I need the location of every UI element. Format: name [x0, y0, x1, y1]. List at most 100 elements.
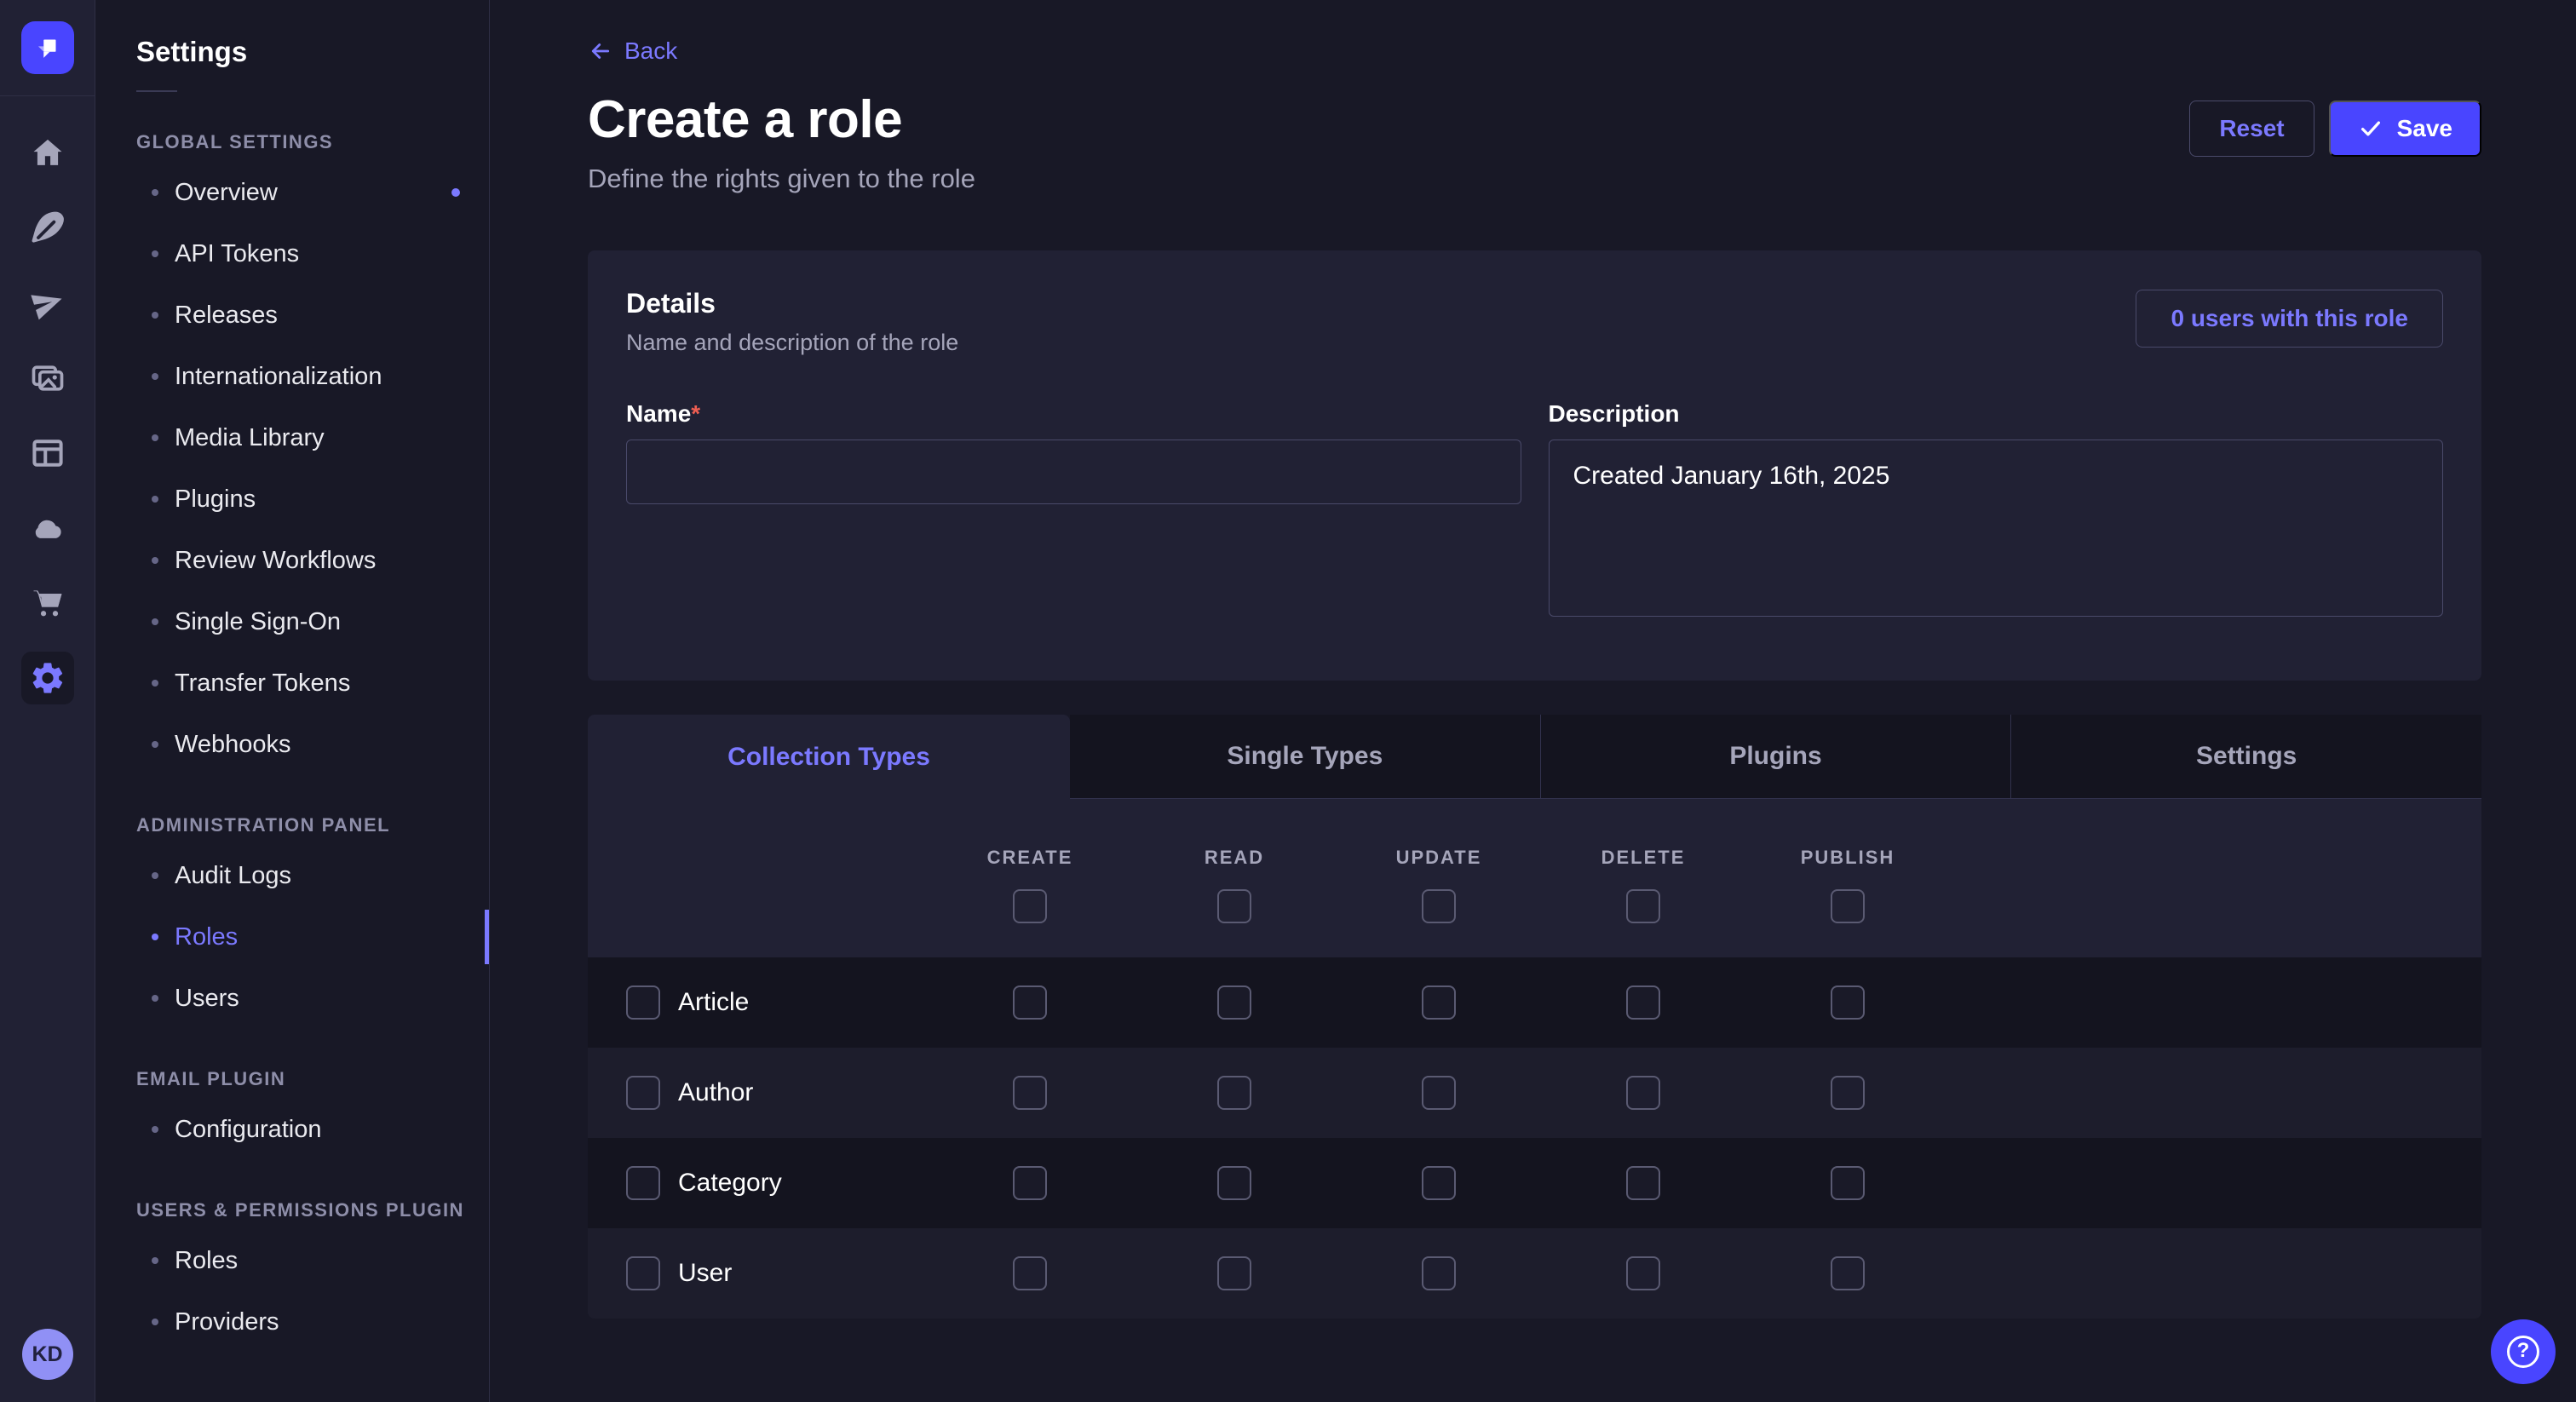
subnav-sections: GLOBAL SETTINGS Overview API Tokens Release…	[95, 131, 489, 1353]
article-delete-checkbox[interactable]	[1626, 985, 1660, 1020]
row-head: User	[626, 1256, 928, 1290]
cloud-icon[interactable]	[21, 502, 74, 554]
article-create-checkbox[interactable]	[1013, 985, 1047, 1020]
grid-cell	[1132, 889, 1337, 923]
author-publish-checkbox[interactable]	[1831, 1076, 1865, 1110]
back-link[interactable]: Back	[588, 37, 677, 65]
user-delete-checkbox[interactable]	[1626, 1256, 1660, 1290]
author-update-checkbox[interactable]	[1422, 1076, 1456, 1110]
sidebar-item-overview[interactable]: Overview	[95, 162, 489, 223]
help-button[interactable]: ?	[2491, 1319, 2556, 1384]
settings-subnav: Settings GLOBAL SETTINGSOverviewAPI Toke…	[95, 0, 490, 1402]
sidebar-item-single-sign-on[interactable]: Single Sign-On	[95, 591, 489, 652]
tab-single-types[interactable]: Single Types	[1070, 715, 1540, 799]
article-read-checkbox[interactable]	[1217, 985, 1251, 1020]
author-read-checkbox[interactable]	[1217, 1076, 1251, 1110]
reset-button[interactable]: Reset	[2189, 101, 2314, 157]
sidebar-item-api-tokens[interactable]: API Tokens	[95, 223, 489, 284]
settings-gear-icon[interactable]	[21, 652, 74, 704]
sidebar-item-review-workflows[interactable]: Review Workflows	[95, 530, 489, 591]
sidebar-item-label: Webhooks	[175, 731, 291, 759]
tab-settings[interactable]: Settings	[2010, 715, 2481, 799]
sidebar-item-label: Releases	[175, 302, 278, 330]
row-label: Article	[678, 988, 749, 1017]
main-content: Back Create a role Define the rights giv…	[490, 0, 2576, 1402]
strapi-logo[interactable]	[21, 21, 74, 74]
bullet-icon	[152, 934, 158, 940]
sidebar-item-providers[interactable]: Providers	[95, 1291, 489, 1353]
description-textarea[interactable]: Created January 16th, 2025	[1549, 440, 2444, 617]
user-read-checkbox[interactable]	[1217, 1256, 1251, 1290]
sidebar-item-label: Plugins	[175, 486, 256, 514]
row-article-checkbox[interactable]	[626, 985, 660, 1020]
sidebar-item-plugins[interactable]: Plugins	[95, 468, 489, 530]
sidebar-item-roles[interactable]: Roles	[95, 1230, 489, 1291]
author-delete-checkbox[interactable]	[1626, 1076, 1660, 1110]
bullet-icon	[152, 312, 158, 319]
sidebar-item-roles[interactable]: Roles	[95, 906, 489, 968]
sidebar-item-label: Review Workflows	[175, 547, 376, 575]
category-update-checkbox[interactable]	[1422, 1166, 1456, 1200]
permissions-column-headers: CREATEREADUPDATEDELETEPUBLISH	[588, 799, 2481, 869]
user-update-checkbox[interactable]	[1422, 1256, 1456, 1290]
permissions-rows: ArticleAuthorCategoryUser	[588, 957, 2481, 1319]
check-icon	[2358, 116, 2383, 141]
select-all-create-checkbox[interactable]	[1013, 889, 1047, 923]
section-label-global-settings: GLOBAL SETTINGS	[95, 131, 489, 153]
category-read-checkbox[interactable]	[1217, 1166, 1251, 1200]
deploy-paper-plane-icon[interactable]	[21, 277, 74, 330]
author-create-checkbox[interactable]	[1013, 1076, 1047, 1110]
article-update-checkbox[interactable]	[1422, 985, 1456, 1020]
save-button[interactable]: Save	[2329, 101, 2481, 157]
content-manager-icon[interactable]	[21, 427, 74, 480]
row-user-checkbox[interactable]	[626, 1256, 660, 1290]
media-library-icon[interactable]	[21, 352, 74, 405]
category-publish-checkbox[interactable]	[1831, 1166, 1865, 1200]
select-all-publish-checkbox[interactable]	[1831, 889, 1865, 923]
bullet-icon	[152, 373, 158, 380]
bullet-icon	[152, 496, 158, 503]
sidebar-item-users[interactable]: Users	[95, 968, 489, 1029]
column-header-publish: PUBLISH	[1801, 847, 1895, 869]
category-delete-checkbox[interactable]	[1626, 1166, 1660, 1200]
sidebar-item-internationalization[interactable]: Internationalization	[95, 346, 489, 407]
bullet-icon	[152, 618, 158, 625]
marketplace-cart-icon[interactable]	[21, 577, 74, 629]
users-with-role-button[interactable]: 0 users with this role	[2136, 290, 2443, 348]
details-subtitle: Name and description of the role	[626, 330, 958, 356]
sidebar-item-transfer-tokens[interactable]: Transfer Tokens	[95, 652, 489, 714]
page-title: Create a role	[588, 89, 975, 150]
sidebar-item-configuration[interactable]: Configuration	[95, 1099, 489, 1160]
tab-plugins[interactable]: Plugins	[1540, 715, 2011, 799]
home-icon[interactable]	[21, 127, 74, 180]
grid-cell: CREATE	[928, 847, 1132, 869]
name-label: Name*	[626, 400, 700, 427]
main-nav-rail: KD	[0, 0, 95, 1402]
user-create-checkbox[interactable]	[1013, 1256, 1047, 1290]
bullet-icon	[152, 434, 158, 441]
category-create-checkbox[interactable]	[1013, 1166, 1047, 1200]
user-publish-checkbox[interactable]	[1831, 1256, 1865, 1290]
bullet-icon	[152, 995, 158, 1002]
row-category-checkbox[interactable]	[626, 1166, 660, 1200]
sidebar-item-audit-logs[interactable]: Audit Logs	[95, 845, 489, 906]
content-type-builder-feather-icon[interactable]	[21, 202, 74, 255]
sidebar-item-label: Users	[175, 985, 239, 1013]
sidebar-item-media-library[interactable]: Media Library	[95, 407, 489, 468]
name-input[interactable]	[626, 440, 1521, 504]
bullet-icon	[152, 741, 158, 748]
user-avatar[interactable]: KD	[22, 1329, 73, 1380]
column-header-create: CREATE	[987, 847, 1073, 869]
tab-collection-types[interactable]: Collection Types	[588, 715, 1070, 799]
row-head: Author	[626, 1076, 928, 1110]
sidebar-item-webhooks[interactable]: Webhooks	[95, 714, 489, 775]
bullet-icon	[152, 557, 158, 564]
row-author-checkbox[interactable]	[626, 1076, 660, 1110]
sidebar-item-label: Internationalization	[175, 363, 382, 391]
select-all-update-checkbox[interactable]	[1422, 889, 1456, 923]
sidebar-item-releases[interactable]: Releases	[95, 284, 489, 346]
select-all-read-checkbox[interactable]	[1217, 889, 1251, 923]
article-publish-checkbox[interactable]	[1831, 985, 1865, 1020]
sidebar-item-label: API Tokens	[175, 240, 299, 268]
select-all-delete-checkbox[interactable]	[1626, 889, 1660, 923]
